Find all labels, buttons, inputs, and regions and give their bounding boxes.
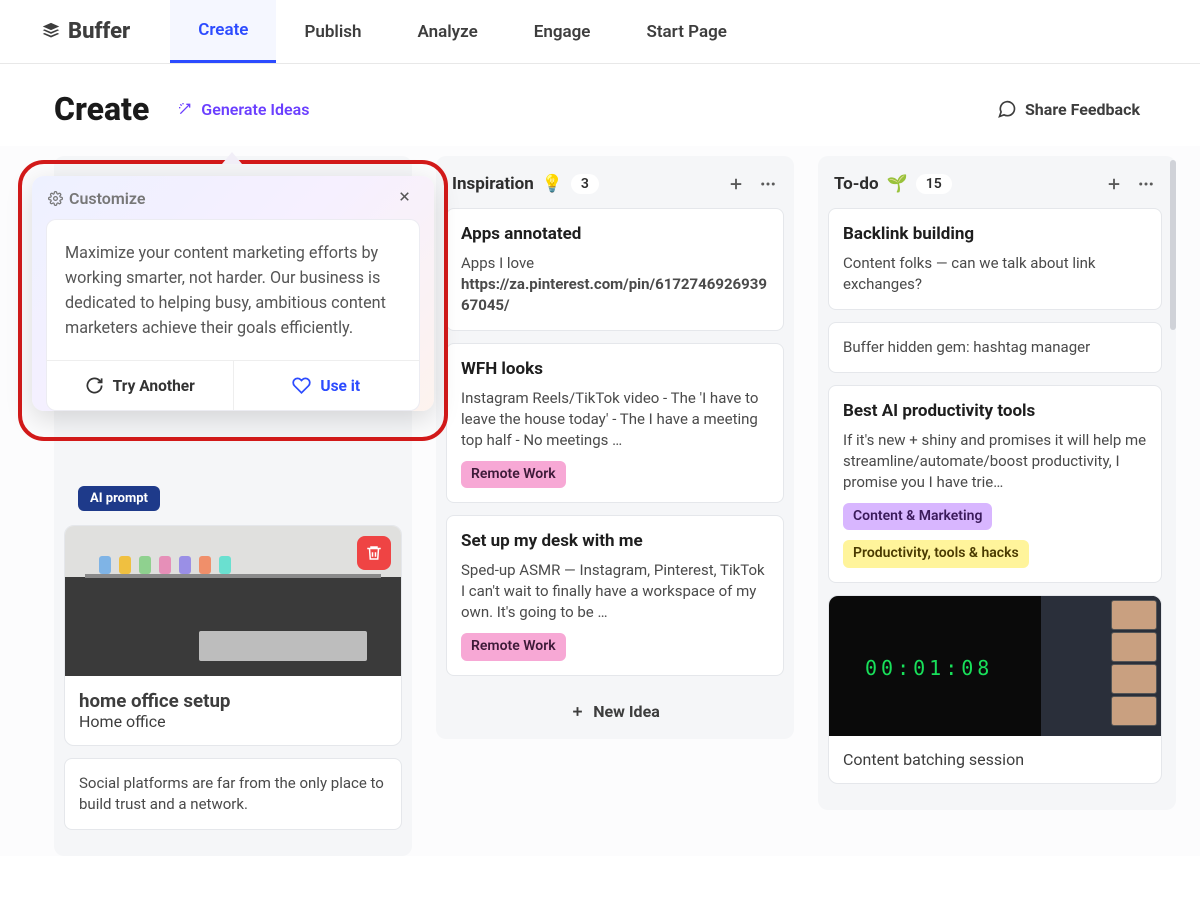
trash-icon xyxy=(365,544,383,562)
column-header: Inspiration 💡 3 xyxy=(446,168,784,208)
card-home-office[interactable]: home office setup Home office xyxy=(64,525,402,746)
card-body: Social platforms are far from the only p… xyxy=(79,773,387,815)
bulb-icon: 💡 xyxy=(542,174,563,194)
column-todo: To-do 🌱 15 Backlink building Content fol… xyxy=(818,156,1176,810)
card-caption: Content batching session xyxy=(843,750,1147,769)
card-apps-annotated[interactable]: Apps annotated Apps I love https://za.pi… xyxy=(446,208,784,331)
page-header: Create Generate Ideas Share Feedback xyxy=(0,64,1200,146)
card-link: https://za.pinterest.com/pin/61727469269… xyxy=(461,274,769,316)
brand-name: Buffer xyxy=(68,19,130,44)
delete-button[interactable] xyxy=(357,536,391,570)
card-title: Backlink building xyxy=(843,223,1147,247)
brand-logo: Buffer xyxy=(40,19,130,44)
popover-pointer xyxy=(222,152,242,164)
card-social-platforms[interactable]: Social platforms are far from the only p… xyxy=(64,758,402,830)
timer-display: 00:01:08 xyxy=(865,656,993,680)
tab-engage[interactable]: Engage xyxy=(506,0,619,63)
column-header: To-do 🌱 15 xyxy=(828,168,1162,208)
generate-idea-popover-highlight: Customize Maximize your content marketin… xyxy=(18,160,448,441)
card-body: Sped-up ASMR — Instagram, Pinterest, Tik… xyxy=(461,560,769,623)
card-ai-tools[interactable]: Best AI productivity tools If it's new +… xyxy=(828,385,1162,583)
refresh-icon xyxy=(85,376,104,395)
office-photo xyxy=(65,526,401,676)
card-body: Instagram Reels/TikTok video - The 'I ha… xyxy=(461,388,769,451)
nav-tabs: Create Publish Analyze Engage Start Page xyxy=(170,0,755,63)
generate-ideas-button[interactable]: Generate Ideas xyxy=(177,100,309,119)
card-set-up-desk[interactable]: Set up my desk with me Sped-up ASMR — In… xyxy=(446,515,784,675)
chat-icon xyxy=(997,99,1017,119)
generate-idea-popover: Customize Maximize your content marketin… xyxy=(32,176,434,411)
card-backlink[interactable]: Backlink building Content folks — can we… xyxy=(828,208,1162,310)
column-menu-button[interactable] xyxy=(756,172,780,196)
card-title: home office setup xyxy=(79,690,387,712)
more-icon xyxy=(759,175,777,193)
more-icon xyxy=(1137,175,1155,193)
column-menu-button[interactable] xyxy=(1134,172,1158,196)
tag-productivity[interactable]: Productivity, tools & hacks xyxy=(843,540,1029,568)
ai-prompt-pill: AI prompt xyxy=(78,486,160,511)
card-body: Content folks — can we talk about link e… xyxy=(843,253,1147,295)
tab-startpage[interactable]: Start Page xyxy=(618,0,754,63)
plus-icon xyxy=(727,175,745,193)
tab-analyze[interactable]: Analyze xyxy=(389,0,505,63)
buffer-icon xyxy=(40,21,62,43)
card-line1: Apps I love xyxy=(461,253,769,274)
card-subtitle: Home office xyxy=(79,712,387,731)
top-nav: Buffer Create Publish Analyze Engage Sta… xyxy=(0,0,1200,64)
gear-icon xyxy=(48,191,63,206)
column-title: Inspiration xyxy=(452,174,534,194)
card-body: If it's new + shiny and promises it will… xyxy=(843,430,1147,493)
plus-icon xyxy=(1105,175,1123,193)
customize-button[interactable]: Customize xyxy=(69,189,145,208)
new-idea-label: New Idea xyxy=(593,702,660,721)
card-body: Buffer hidden gem: hashtag manager xyxy=(843,337,1147,358)
new-idea-button[interactable]: New Idea xyxy=(446,688,784,725)
use-it-label: Use it xyxy=(320,377,360,395)
tab-publish[interactable]: Publish xyxy=(276,0,389,63)
card-title: Set up my desk with me xyxy=(461,530,769,554)
card-title: Best AI productivity tools xyxy=(843,400,1147,424)
close-icon xyxy=(397,189,412,204)
generated-idea-text: Maximize your content marketing efforts … xyxy=(46,219,420,360)
video-thumbnail: 00:01:08 xyxy=(829,596,1161,736)
try-another-label: Try Another xyxy=(113,377,195,395)
tag-remote-work[interactable]: Remote Work xyxy=(461,461,566,489)
column-title: To-do xyxy=(834,174,879,194)
card-wfh-looks[interactable]: WFH looks Instagram Reels/TikTok video -… xyxy=(446,343,784,503)
scrollbar[interactable] xyxy=(1170,160,1176,330)
share-feedback-button[interactable]: Share Feedback xyxy=(997,99,1140,119)
magic-wand-icon xyxy=(177,101,193,117)
add-card-button[interactable] xyxy=(1102,172,1126,196)
column-inspiration: Inspiration 💡 3 Apps annotated Apps I lo… xyxy=(436,156,794,739)
column-count: 15 xyxy=(916,174,952,194)
generate-ideas-label: Generate Ideas xyxy=(201,100,309,119)
tag-content-marketing[interactable]: Content & Marketing xyxy=(843,503,992,531)
card-title: Apps annotated xyxy=(461,223,769,247)
card-hashtag-manager[interactable]: Buffer hidden gem: hashtag manager xyxy=(828,322,1162,373)
heart-icon xyxy=(292,376,311,395)
try-another-button[interactable]: Try Another xyxy=(47,361,233,410)
share-feedback-label: Share Feedback xyxy=(1025,100,1140,119)
add-card-button[interactable] xyxy=(724,172,748,196)
page-title: Create xyxy=(54,90,149,128)
tag-remote-work[interactable]: Remote Work xyxy=(461,633,566,661)
card-title: WFH looks xyxy=(461,358,769,382)
card-content-batching[interactable]: 00:01:08 Content batching session xyxy=(828,595,1162,784)
seedling-icon: 🌱 xyxy=(887,174,908,194)
use-it-button[interactable]: Use it xyxy=(233,361,420,410)
popover-actions: Try Another Use it xyxy=(46,360,420,411)
column-count: 3 xyxy=(571,174,599,194)
tab-create[interactable]: Create xyxy=(170,0,276,63)
close-button[interactable] xyxy=(397,188,418,209)
plus-icon xyxy=(570,704,585,719)
